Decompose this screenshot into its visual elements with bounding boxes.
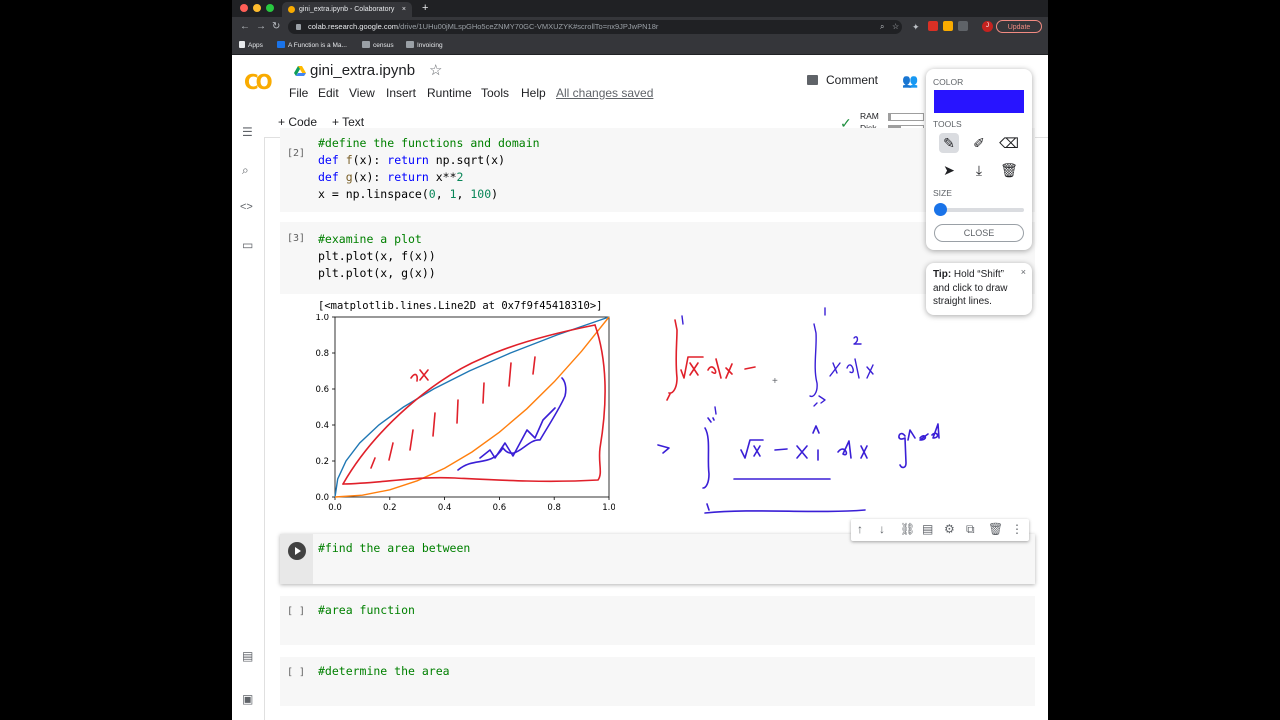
close-window-button[interactable]	[240, 4, 248, 12]
folder-icon	[406, 41, 414, 48]
tools-heading: TOOLS	[933, 119, 962, 129]
cell-code[interactable]: #area function	[318, 602, 415, 619]
size-heading: SIZE	[933, 188, 952, 198]
browser-toolbar: ← → ↻ colab.research.google.com/drive/1U…	[232, 17, 1048, 37]
more-options-icon[interactable]: ⋮	[1011, 522, 1023, 536]
maximize-window-button[interactable]	[266, 4, 274, 12]
add-text-button[interactable]: + Text	[332, 115, 364, 129]
size-slider-knob[interactable]	[934, 203, 947, 216]
reload-icon[interactable]: ↻	[272, 20, 280, 34]
size-slider[interactable]	[934, 203, 1024, 216]
blue-ink-strokes	[457, 377, 940, 514]
cell-prompt: [ ]	[287, 606, 306, 617]
profile-avatar[interactable]: J	[982, 21, 993, 32]
notebook-name[interactable]: gini_extra.ipynb	[310, 62, 415, 79]
menu-insert[interactable]: Insert	[386, 86, 416, 100]
integral-bounds-ink	[681, 307, 874, 415]
table-of-contents-icon[interactable]: ☰	[242, 125, 253, 139]
tip-close-icon[interactable]: ×	[1021, 266, 1026, 280]
star-icon[interactable]: ☆	[429, 61, 442, 79]
share-people-icon[interactable]: 👥	[902, 73, 918, 89]
crosshair-cursor-icon: +	[772, 376, 778, 387]
extension-icon-3[interactable]	[958, 21, 968, 31]
colab-logo[interactable]: CO	[244, 70, 273, 94]
browser-tab[interactable]: gini_extra.ipynb - Colaboratory ×	[282, 2, 412, 17]
delete-icon[interactable]: 🗑	[988, 522, 1003, 536]
bookmark-invoicing[interactable]: Invoicing	[406, 37, 443, 54]
command-palette-icon[interactable]: ▤	[242, 649, 253, 663]
tab-bar: gini_extra.ipynb - Colaboratory × +	[232, 0, 1048, 17]
settings-gear-icon[interactable]: ⚙	[944, 522, 955, 536]
files-folder-icon[interactable]: ▭	[242, 238, 253, 252]
minimize-window-button[interactable]	[253, 4, 261, 12]
menu-view[interactable]: View	[349, 86, 375, 100]
left-sidebar: ☰ ⌕ <> ▭ ▤ ▣	[232, 107, 265, 720]
new-tab-button[interactable]: +	[422, 0, 428, 17]
terminal-icon[interactable]: ▣	[242, 692, 253, 706]
menu-file[interactable]: File	[289, 86, 308, 100]
color-heading: COLOR	[933, 77, 964, 87]
download-icon[interactable]: ⤓	[969, 160, 989, 180]
url-text: colab.research.google.com/drive/1UHu00jM…	[308, 22, 659, 31]
code-cell[interactable]: [ ] #area function	[280, 596, 1035, 645]
search-icon[interactable]: ⌕	[242, 163, 249, 178]
comment-icon	[807, 75, 818, 85]
extensions-puzzle-icon[interactable]: ✦	[912, 20, 920, 34]
tip-tooltip: Tip: Hold “Shift” and click to draw stra…	[926, 263, 1032, 315]
link-icon[interactable]: ⛓	[900, 522, 915, 536]
cell-code[interactable]: #find the area between	[318, 540, 470, 557]
save-status[interactable]: All changes saved	[556, 86, 653, 100]
tab-title: gini_extra.ipynb - Colaboratory	[299, 6, 395, 13]
folder-icon	[362, 41, 370, 48]
menu-runtime[interactable]: Runtime	[427, 86, 472, 100]
run-cell-button[interactable]	[288, 542, 306, 560]
forward-icon[interactable]: →	[256, 20, 266, 34]
bookmarks-bar: Apps A Function is a Ma... census Invoic…	[232, 37, 1048, 55]
code-cell-selected[interactable]: #find the area between	[280, 534, 1035, 584]
cell-prompt: [ ]	[287, 667, 306, 678]
ram-label: RAM	[860, 111, 879, 121]
trash-icon[interactable]: 🗑	[999, 160, 1019, 180]
cell-toolbar: ↑ ↓ ⛓ ▤ ⚙ ⧉ 🗑 ⋮	[851, 519, 1029, 541]
bookmark-apps[interactable]: Apps	[239, 37, 263, 54]
add-code-button[interactable]: + Code	[278, 115, 317, 129]
back-icon[interactable]: ←	[240, 20, 250, 34]
code-cell[interactable]: [ ] #determine the area	[280, 657, 1035, 706]
extension-icon-2[interactable]	[943, 21, 953, 31]
menu-help[interactable]: Help	[521, 86, 546, 100]
browser-window: gini_extra.ipynb - Colaboratory × + ← → …	[232, 0, 1048, 720]
bookmark-favicon-icon	[277, 41, 285, 48]
eraser-icon[interactable]: ⌫	[999, 133, 1019, 153]
bookmark-function[interactable]: A Function is a Ma...	[277, 37, 347, 54]
tip-text: Tip: Hold “Shift” and click to draw stra…	[933, 269, 1008, 307]
pencil-icon[interactable]: ✎	[939, 133, 959, 153]
move-up-icon[interactable]: ↑	[857, 522, 863, 536]
comment-button[interactable]: Comment	[807, 73, 878, 87]
ram-usage-bar	[888, 113, 924, 121]
update-button[interactable]: Update	[996, 20, 1042, 33]
bookmark-census[interactable]: census	[362, 37, 394, 54]
close-button[interactable]: CLOSE	[934, 224, 1024, 242]
red-ink-strokes	[342, 319, 756, 485]
move-down-icon[interactable]: ↓	[879, 522, 885, 536]
code-snippets-icon[interactable]: <>	[240, 201, 253, 213]
mirror-cell-icon[interactable]: ⧉	[966, 522, 975, 537]
address-bar[interactable]: colab.research.google.com/drive/1UHu00jM…	[288, 20, 902, 34]
color-swatch[interactable]	[934, 90, 1024, 113]
apps-grid-icon	[239, 41, 245, 48]
highlighter-icon[interactable]: ✐	[969, 133, 989, 153]
lock-icon	[296, 24, 301, 30]
bookmark-star-icon[interactable]: ☆	[892, 20, 899, 34]
google-drive-icon	[294, 66, 306, 76]
colab-favicon-icon	[288, 6, 295, 13]
zoom-icon[interactable]: ⌕	[880, 20, 884, 34]
pointer-icon[interactable]: ➤	[939, 160, 959, 180]
cell-code[interactable]: #determine the area	[318, 663, 450, 680]
menu-tools[interactable]: Tools	[481, 86, 509, 100]
menu-edit[interactable]: Edit	[318, 86, 339, 100]
comment-icon[interactable]: ▤	[922, 522, 933, 536]
extension-icon-1[interactable]	[928, 21, 938, 31]
tab-close-icon[interactable]: ×	[402, 2, 406, 17]
draw-tools-popup: COLOR TOOLS ✎ ✐ ⌫ ➤ ⤓ 🗑 SIZE CLOSE	[926, 69, 1032, 250]
